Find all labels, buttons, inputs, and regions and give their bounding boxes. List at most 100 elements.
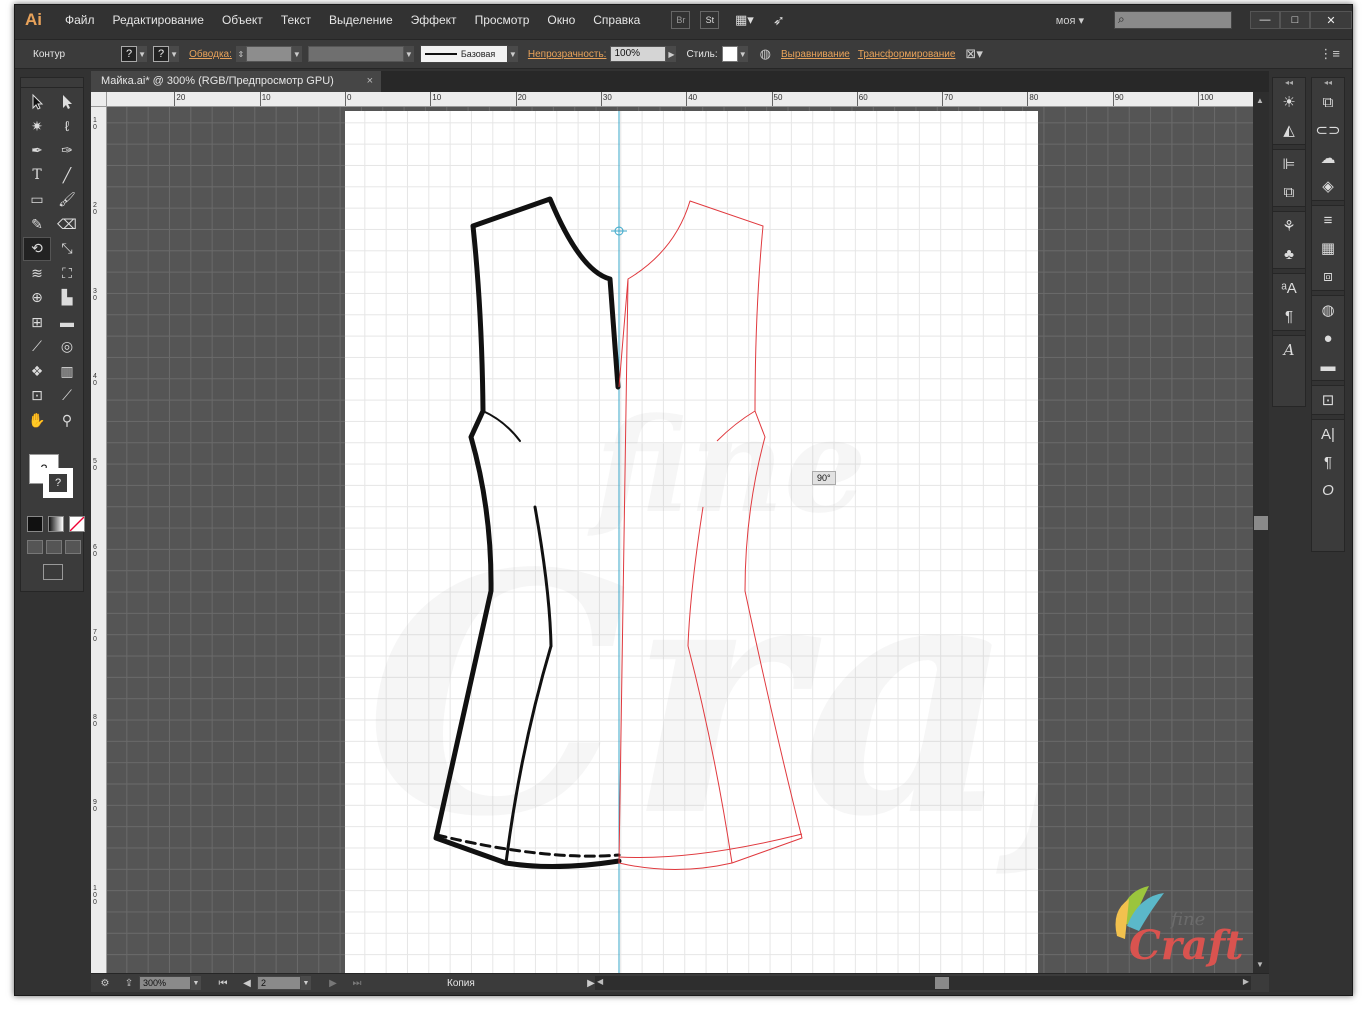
slice-tool-icon[interactable]: ⟋ — [53, 384, 81, 408]
scale-tool-icon[interactable]: ⤡ — [53, 237, 81, 261]
stroke-weight-dropdown[interactable]: ▼ — [291, 46, 302, 62]
tools-panel-grip[interactable] — [21, 78, 83, 88]
symbol-sprayer-tool-icon[interactable]: ❖ — [23, 360, 51, 384]
stroke-swatch[interactable]: ? — [153, 46, 170, 62]
bridge-button[interactable]: Br — [671, 11, 691, 29]
blend-tool-icon[interactable]: ◎ — [53, 335, 81, 359]
prev-artboard-icon[interactable]: ◀ — [237, 976, 257, 990]
search-input[interactable]: ⌕ — [1114, 11, 1232, 29]
direct-selection-tool-icon[interactable] — [53, 90, 81, 114]
close-window-button[interactable]: ✕ — [1310, 11, 1352, 29]
stroke-box[interactable]: ? — [43, 468, 73, 498]
magic-wand-tool-icon[interactable]: ✷ — [23, 115, 51, 139]
type-tool-icon[interactable]: T — [23, 164, 51, 188]
stroke-link[interactable]: Обводка: — [189, 49, 232, 60]
pen-tool-icon[interactable]: ✒ — [23, 139, 51, 163]
selection-tool-icon[interactable] — [23, 90, 51, 114]
menu-type[interactable]: Текст — [272, 13, 320, 27]
warp-tool-icon[interactable]: ≋ — [23, 262, 51, 286]
column-graph-tool-icon[interactable]: ▥ — [53, 360, 81, 384]
rotate-tool-icon[interactable]: ⟲ — [23, 237, 51, 261]
minimize-button[interactable]: — — [1250, 11, 1280, 29]
scroll-left-icon[interactable]: ◀ — [597, 977, 603, 986]
stock-button[interactable]: St — [700, 11, 720, 29]
artboard-dropdown[interactable]: ▼ — [301, 976, 311, 990]
transform-icon[interactable]: ⧉ — [1312, 88, 1344, 116]
opacity-link[interactable]: Непрозрачность: — [528, 49, 607, 60]
mesh-tool-icon[interactable]: ⊞ — [23, 311, 51, 335]
horizontal-ruler[interactable]: 20 10 0 10 20 30 40 50 60 70 80 90 100 — [107, 92, 1269, 107]
fill-swatch[interactable]: ? — [121, 46, 138, 62]
draw-normal-button[interactable] — [27, 540, 43, 554]
paragraph-icon[interactable]: ¶ — [1312, 448, 1344, 476]
character-styles-icon[interactable]: ¶ — [1273, 302, 1305, 330]
layers-icon[interactable]: ◈ — [1312, 172, 1344, 200]
appearance-icon[interactable]: ◍ — [1312, 296, 1344, 324]
stroke-icon[interactable]: ≡ — [1312, 206, 1344, 234]
vertical-ruler[interactable]: 10 20 30 40 50 60 70 80 90 100 — [91, 107, 107, 973]
next-artboard-icon[interactable]: ▶ — [323, 976, 343, 990]
transparency-icon[interactable]: ● — [1312, 324, 1344, 352]
paintbrush-tool-icon[interactable]: 🖌 — [53, 188, 81, 212]
menu-file[interactable]: Файл — [56, 13, 104, 27]
first-artboard-icon[interactable]: ⏮ — [213, 976, 233, 990]
arrange-documents-icon[interactable]: ▦▾ — [729, 11, 759, 29]
zoom-dropdown[interactable]: ▼ — [191, 976, 201, 990]
eraser-tool-icon[interactable]: ⌫ — [53, 213, 81, 237]
align-icon[interactable]: ⊫ — [1273, 150, 1305, 178]
artboards-icon[interactable]: ⧈ — [1312, 262, 1344, 290]
menu-edit[interactable]: Редактирование — [104, 13, 213, 27]
artboard-tool-icon[interactable]: ⊡ — [23, 384, 51, 408]
variable-width-dropdown[interactable]: ▼ — [403, 46, 414, 62]
isolate-object-icon[interactable]: ⊠▾ — [965, 46, 982, 62]
graphic-style-swatch[interactable] — [721, 46, 738, 62]
ruler-origin[interactable] — [91, 92, 107, 107]
menu-effect[interactable]: Эффект — [402, 13, 466, 27]
draw-inside-button[interactable] — [65, 540, 81, 554]
brush-definition-field[interactable]: Базовая — [419, 45, 508, 63]
align-link[interactable]: Выравнивание — [781, 49, 850, 60]
brush-dropdown[interactable]: ▼ — [507, 46, 518, 62]
curvature-tool-icon[interactable]: ✑ — [53, 139, 81, 163]
document-tab[interactable]: Майка.ai* @ 300% (RGB/Предпросмотр GPU) … — [91, 71, 381, 92]
gpu-performance-icon[interactable]: ➶ — [769, 11, 788, 29]
opacity-dropdown[interactable]: ▶ — [666, 46, 677, 62]
panel-collapse-icon[interactable]: ◂◂ — [1273, 78, 1305, 88]
libraries-icon[interactable]: ☁ — [1312, 144, 1344, 172]
panel-menu-icon[interactable]: ⋮≡ — [1319, 46, 1340, 62]
vertical-scrollbar[interactable]: ▲ ▼ — [1253, 92, 1269, 973]
menu-window[interactable]: Окно — [538, 13, 584, 27]
menu-help[interactable]: Справка — [584, 13, 649, 27]
stroke-weight-stepper[interactable]: ⇕ — [235, 46, 246, 62]
horizontal-scroll-thumb[interactable] — [935, 977, 949, 989]
menu-view[interactable]: Просмотр — [466, 13, 539, 27]
variable-width-field[interactable] — [307, 46, 404, 62]
color-guide-icon[interactable]: ◭ — [1273, 116, 1305, 144]
perspective-grid-tool-icon[interactable]: ▙ — [53, 286, 81, 310]
character-icon[interactable]: A| — [1312, 420, 1344, 448]
pathfinder-icon[interactable]: ⧉ — [1273, 178, 1305, 206]
paragraph-styles-icon[interactable]: ᵃA — [1273, 274, 1305, 302]
zoom-field[interactable]: 300% — [139, 976, 191, 990]
navigator-icon[interactable]: ⊡ — [1312, 386, 1344, 414]
glyphs-icon[interactable]: A — [1273, 336, 1305, 364]
free-transform-tool-icon[interactable]: ⛶ — [53, 262, 81, 286]
recolor-artwork-icon[interactable]: ◍ — [760, 46, 771, 62]
opentype-icon[interactable]: O — [1312, 476, 1344, 504]
pencil-tool-icon[interactable]: ✎ — [23, 213, 51, 237]
shape-builder-tool-icon[interactable]: ⊕ — [23, 286, 51, 310]
gpu-preview-icon[interactable]: ⚙ — [95, 976, 115, 990]
scroll-up-icon[interactable]: ▲ — [1256, 96, 1264, 105]
opacity-field[interactable]: 100% — [610, 46, 667, 62]
zoom-tool-icon[interactable]: ⚲ — [53, 409, 81, 433]
gradient-tool-icon[interactable]: ▬ — [53, 311, 81, 335]
rectangle-tool-icon[interactable]: ▭ — [23, 188, 51, 212]
hand-tool-icon[interactable]: ✋ — [23, 409, 51, 433]
workspace-switcher[interactable]: моя ▾ — [1056, 14, 1084, 27]
line-tool-icon[interactable]: ╱ — [53, 164, 81, 188]
rotation-pivot-icon[interactable] — [611, 223, 627, 239]
scroll-down-icon[interactable]: ▼ — [1256, 960, 1264, 969]
close-tab-icon[interactable]: × — [367, 71, 373, 92]
brushes-icon[interactable]: ⚘ — [1273, 212, 1305, 240]
transform-link[interactable]: Трансформирование — [858, 49, 956, 60]
